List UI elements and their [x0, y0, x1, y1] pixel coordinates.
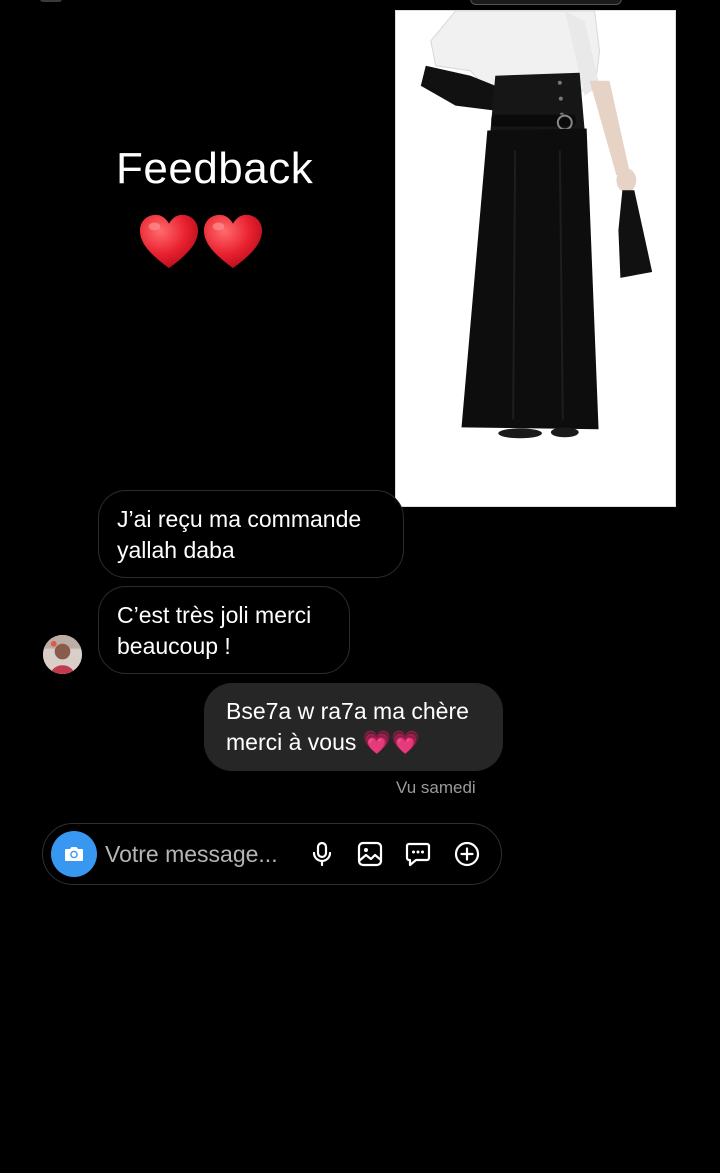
- received-message[interactable]: C’est très joli merci beaucoup !: [98, 586, 350, 674]
- sent-message[interactable]: Bse7a w ra7a ma chère merci à vous 💗💗: [204, 683, 503, 771]
- top-pill: [470, 0, 622, 5]
- story-title: Feedback: [116, 144, 314, 193]
- message-composer: [42, 823, 502, 885]
- gallery-button[interactable]: [355, 839, 385, 869]
- camera-icon: [65, 847, 83, 861]
- sticker-icon: [405, 842, 431, 867]
- gallery-icon: [357, 841, 383, 867]
- plus-button[interactable]: [452, 839, 482, 869]
- message-input[interactable]: [105, 838, 301, 870]
- microphone-icon: [312, 841, 332, 867]
- product-photo[interactable]: [395, 10, 676, 507]
- microphone-button[interactable]: [307, 839, 337, 869]
- sticker-button[interactable]: [403, 839, 433, 869]
- top-indicator: [40, 0, 62, 2]
- hearts-row: [138, 213, 264, 271]
- red-heart-icon: [204, 214, 262, 269]
- received-message[interactable]: J’ai reçu ma commande yallah daba: [98, 490, 404, 578]
- seen-status: Vu samedi: [396, 778, 476, 797]
- red-heart-icon: [140, 214, 198, 269]
- camera-button[interactable]: [51, 831, 97, 877]
- avatar[interactable]: [43, 635, 82, 674]
- profile-picture-icon: [43, 635, 82, 674]
- plus-icon: [454, 841, 480, 867]
- skirt-outfit-illustration: [396, 11, 675, 506]
